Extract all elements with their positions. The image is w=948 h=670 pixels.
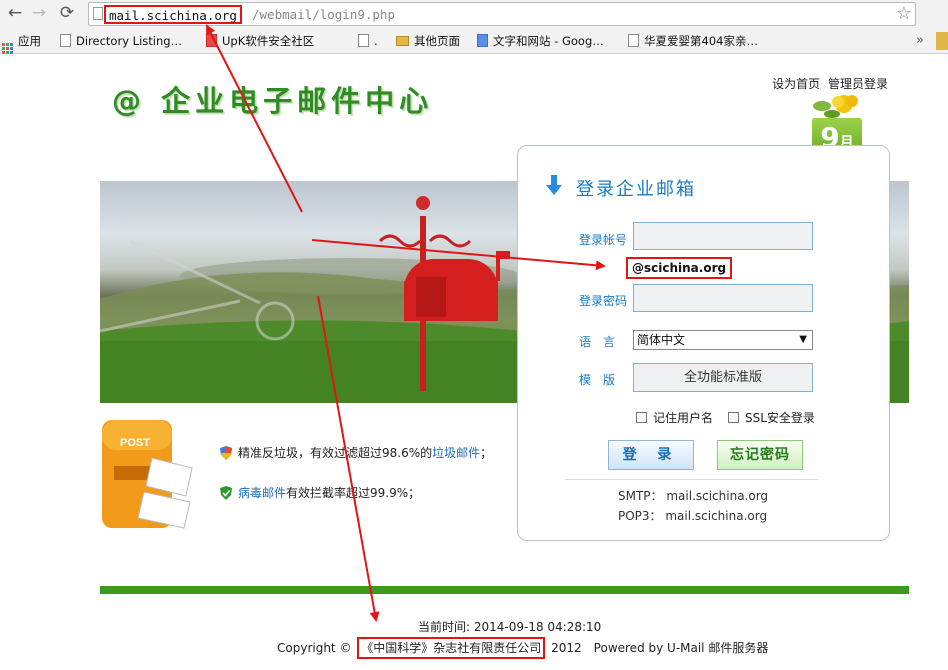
- copyright: Copyright © 《中国科学》杂志社有限责任公司 2012 Powered…: [277, 637, 768, 659]
- feature-antispam: 精准反垃圾，有效过滤超过98.6%的垃圾邮件；: [220, 444, 492, 461]
- url-path: /webmail/login9.php: [252, 7, 395, 22]
- bookmark-label: Directory Listing…: [76, 34, 183, 48]
- reload-icon[interactable]: ⟳: [56, 3, 78, 23]
- language-label: 语 言: [579, 335, 616, 349]
- bookmark-label: 华夏爱婴第404家亲…: [644, 34, 758, 48]
- bookmark-label: 其他页面: [414, 34, 460, 48]
- copyright-suffix: 2012 Powered by U-Mail 邮件服务器: [551, 641, 769, 655]
- url-host-highlight: mail.scichina.org: [104, 5, 242, 24]
- pop3-info: POP3： mail.scichina.org: [618, 509, 768, 523]
- template-label: 模 版: [579, 373, 616, 387]
- bookmark-label: UpK软件安全社区: [222, 34, 315, 48]
- site-logo: @ 企业电子邮件中心: [112, 84, 434, 118]
- bookmarks-bar: 应用 Directory Listing… UpK软件安全社区 . 其他页面 文…: [0, 28, 948, 54]
- page-icon: [628, 34, 639, 47]
- login-title: 登录企业邮箱: [576, 179, 696, 200]
- bookmark-label: 文字和网站 - Goog…: [493, 34, 604, 48]
- admin-login-link[interactable]: 管理员登录: [828, 77, 888, 91]
- language-selected: 简体中文: [637, 333, 686, 347]
- current-time: 当前时间: 2014-09-18 04:28:10: [418, 620, 602, 634]
- login-button[interactable]: 登 录: [608, 440, 694, 470]
- more-bookmarks-chevron-icon[interactable]: »: [916, 33, 924, 48]
- browser-toolbar: ← → ⟳ mail.scichina.org /webmail/login9.…: [0, 0, 948, 28]
- bookmark-huaxia[interactable]: 华夏爱婴第404家亲…: [628, 32, 758, 50]
- bookmark-directory-listing[interactable]: Directory Listing…: [60, 32, 182, 50]
- template-select[interactable]: 全功能标准版: [633, 363, 813, 392]
- divider: [565, 479, 818, 480]
- antispam-suffix: ；: [480, 446, 493, 460]
- bookmark-label: .: [374, 34, 378, 48]
- page-icon: [60, 34, 71, 47]
- antivirus-text: 有效拦截率超过99.9%；: [286, 486, 421, 500]
- company-name-highlight: 《中国科学》杂志社有限责任公司: [357, 637, 546, 659]
- bookmark-star-icon[interactable]: ☆: [896, 3, 912, 25]
- remember-username-checkbox[interactable]: 记住用户名: [636, 409, 713, 426]
- account-label: 登录帐号: [579, 233, 628, 247]
- folder-icon[interactable]: [936, 32, 948, 50]
- feature-antivirus: 病毒邮件有效拦截率超过99.9%；: [220, 484, 420, 501]
- checkbox-icon: [728, 412, 739, 423]
- domain-suffix-highlight: @scichina.org: [626, 257, 733, 279]
- login-panel: 登录企业邮箱 登录帐号 @scichina.org 登录密码 语 言 简体中文 …: [517, 145, 890, 541]
- dropdown-caret-icon: ▼: [799, 334, 807, 345]
- upk-icon: [206, 34, 217, 47]
- virus-mail-link[interactable]: 病毒邮件: [238, 486, 286, 500]
- forgot-password-button[interactable]: 忘记密码: [717, 440, 803, 470]
- account-input[interactable]: [633, 222, 813, 250]
- back-arrow-icon[interactable]: ←: [4, 3, 26, 23]
- password-input[interactable]: [633, 284, 813, 312]
- bookmark-dot[interactable]: .: [358, 32, 378, 50]
- remember-username-label: 记住用户名: [653, 411, 714, 425]
- language-select[interactable]: 简体中文 ▼: [633, 330, 813, 350]
- post-mailbox-illustration: POST: [102, 420, 193, 529]
- forward-arrow-icon[interactable]: →: [28, 3, 50, 23]
- bookmark-label: 应用: [18, 34, 41, 48]
- folder-icon: [396, 36, 409, 46]
- top-links: 设为首页 管理员登录: [768, 75, 888, 92]
- ssl-login-label: SSL安全登录: [745, 411, 815, 425]
- apps-grid-icon: [2, 43, 13, 54]
- bookmark-folder-other-pages[interactable]: 其他页面: [396, 32, 460, 50]
- copyright-prefix: Copyright ©: [277, 641, 352, 655]
- smtp-info: SMTP： mail.scichina.org: [618, 489, 769, 503]
- down-arrow-icon: [546, 175, 562, 195]
- page-icon: [93, 7, 103, 20]
- shield-icon: [220, 446, 232, 460]
- bookmark-apps[interactable]: 应用: [2, 32, 41, 54]
- checkbox-icon: [636, 412, 647, 423]
- ssl-login-checkbox[interactable]: SSL安全登录: [728, 409, 815, 426]
- bookmark-google-translate[interactable]: 文字和网站 - Goog…: [477, 32, 604, 50]
- footer-green-bar: [100, 586, 909, 594]
- bookmark-upk[interactable]: UpK软件安全社区: [206, 32, 314, 50]
- spam-mail-link[interactable]: 垃圾邮件: [432, 446, 480, 460]
- antispam-text: 精准反垃圾，有效过滤超过98.6%的: [238, 446, 433, 460]
- translate-icon: [477, 34, 488, 47]
- password-label: 登录密码: [579, 294, 628, 308]
- svg-text:POST: POST: [120, 437, 150, 449]
- address-bar[interactable]: mail.scichina.org /webmail/login9.php ☆: [88, 2, 916, 26]
- page-icon: [358, 34, 369, 47]
- green-shield-check-icon: [220, 486, 232, 500]
- set-home-link[interactable]: 设为首页: [772, 77, 820, 91]
